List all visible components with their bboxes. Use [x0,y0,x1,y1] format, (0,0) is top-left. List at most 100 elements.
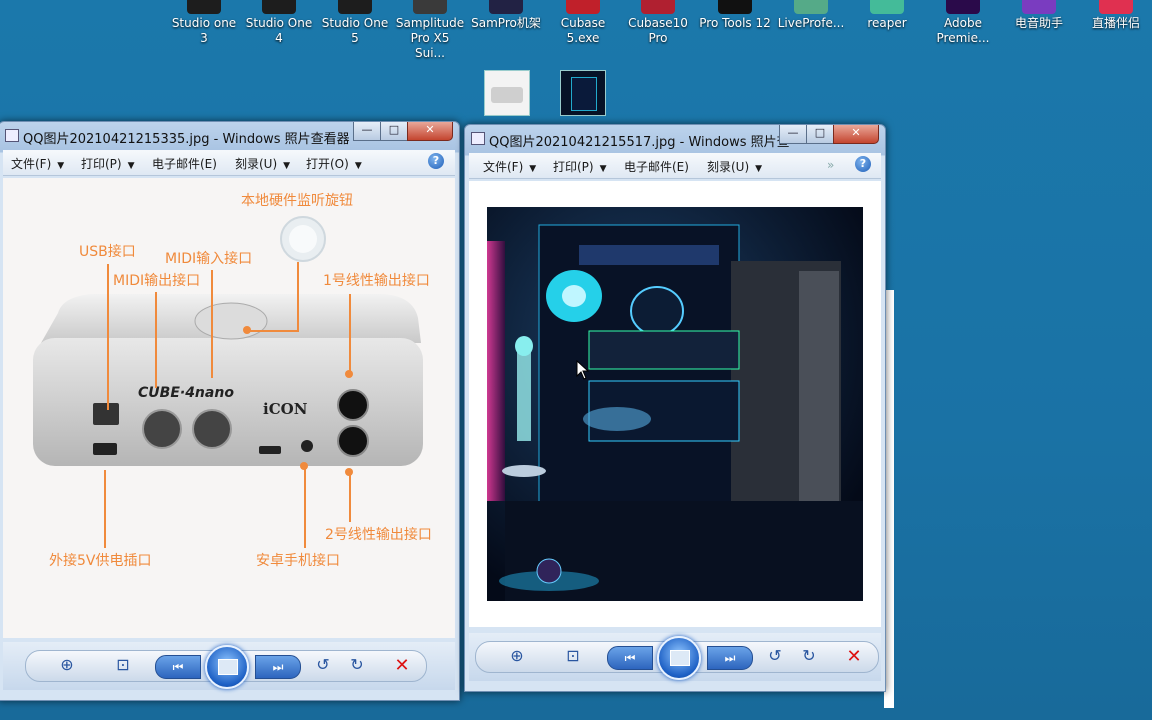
gaming-pc-photo [487,207,863,601]
dianyin-icon [1022,0,1056,14]
desktop-thumbnail-interface[interactable] [484,70,530,116]
delete-icon[interactable]: ✕ [843,646,865,667]
callout-midi-in: MIDI输入接口 [165,251,253,267]
leader-android [304,468,306,548]
reaper-icon [870,0,904,14]
menu-email[interactable]: 电子邮件(E) [624,158,689,175]
slideshow-button[interactable] [205,645,249,689]
delete-icon[interactable]: ✕ [391,655,413,676]
menu-print[interactable]: 打印(P) ▼ [81,155,135,172]
chevron-down-icon: ▼ [755,164,763,174]
title-bar[interactable]: QQ图片20210421215517.jpg - Windows 照片查... … [465,125,885,151]
pc-thumb-icon [571,77,597,111]
menu-print[interactable]: 打印(P) ▼ [553,158,607,175]
marker-android [300,462,308,470]
menu-file[interactable]: 文件(F) ▼ [11,155,64,172]
actual-size-icon[interactable]: ⊡ [561,645,585,667]
cubase-icon [641,0,675,14]
pro-tools-icon [718,0,752,14]
desktop-thumbnail-pc[interactable] [560,70,606,116]
leader-knob [297,262,299,332]
desktop-icon-studio-one-3[interactable]: Studio one 3 [168,0,240,46]
maximize-button[interactable]: □ [806,125,834,144]
callout-midi-out: MIDI输出接口 [113,273,201,289]
desktop-icon-liveprofessor[interactable]: LiveProfe... [775,0,847,31]
photo-viewer-icon [5,129,19,142]
zoom-icon[interactable]: ⊕ [55,654,79,676]
premiere-icon [946,0,980,14]
leader-usb [107,264,109,410]
desktop-icon-dianyin[interactable]: 电音助手 [1003,0,1075,31]
zoom-icon[interactable]: ⊕ [505,645,529,667]
samplitude-icon [413,0,447,14]
desktop-icon-studio-one-5[interactable]: Studio One 5 [319,0,391,46]
menu-bar: 文件(F) ▼ 打印(P) ▼ 电子邮件(E) 刻录(U) ▼ » ? [469,153,881,179]
logo-label: iCON [263,400,308,418]
rotate-left-icon[interactable]: ↺ [311,654,335,676]
rotate-right-icon[interactable]: ↻ [797,645,821,667]
desktop-icon-premiere[interactable]: Adobe Premie... [927,0,999,46]
help-icon[interactable]: ? [855,156,871,172]
desktop-icon-studio-one-4[interactable]: Studio One 4 [243,0,315,46]
actual-size-icon[interactable]: ⊡ [111,654,135,676]
title-bar[interactable]: QQ图片20210421215335.jpg - Windows 照片查看器 —… [0,122,459,148]
desktop-icon-cubase5[interactable]: Cubase 5.exe [547,0,619,46]
window-title: QQ图片20210421215335.jpg - Windows 照片查看器 [23,132,350,147]
menu-overflow-icon[interactable]: » [827,158,834,172]
desktop-icon-zhibo[interactable]: 直播伴侣 [1080,0,1152,31]
studio-one-icon [262,0,296,14]
marker-line-out-1 [345,370,353,378]
chevron-down-icon: ▼ [57,161,65,171]
minimize-button[interactable]: — [353,122,381,141]
chevron-down-icon: ▼ [127,161,135,171]
menu-file[interactable]: 文件(F) ▼ [483,158,536,175]
slideshow-icon [670,650,690,666]
desktop-icon-pro-tools[interactable]: Pro Tools 12 [699,0,771,31]
close-button[interactable]: ✕ [407,122,453,141]
desktop-icon-reaper[interactable]: reaper [851,0,923,31]
callout-line-out-2: 2号线性输出接口 [325,527,432,543]
photo-viewer-icon [471,132,485,145]
next-button[interactable]: ⏭ [707,646,753,670]
maximize-button[interactable]: □ [380,122,408,141]
window-title: QQ图片20210421215517.jpg - Windows 照片查... [489,135,789,150]
slideshow-icon [218,659,238,675]
menu-open[interactable]: 打开(O) ▼ [306,155,362,172]
photo-viewer-window-1[interactable]: QQ图片20210421215335.jpg - Windows 照片查看器 —… [0,121,460,701]
liveprofessor-icon [794,0,828,14]
leader-line-out-2 [349,474,351,522]
menu-email[interactable]: 电子邮件(E) [152,155,217,172]
minimize-button[interactable]: — [779,125,807,144]
callout-usb: USB接口 [79,244,136,260]
callout-line-out-1: 1号线性输出接口 [323,273,430,289]
desktop-icon-sampro-rack[interactable]: SamPro机架 [470,0,542,31]
sampro-icon [489,0,523,14]
callout-android: 安卓手机接口 [256,553,340,569]
previous-button[interactable]: ⏮ [607,646,653,670]
help-icon[interactable]: ? [428,153,444,169]
photo-viewer-window-2[interactable]: QQ图片20210421215517.jpg - Windows 照片查... … [464,124,886,692]
navigation-bar: ⊕ ⊡ ⏮ ⏭ ↺ ↻ ✕ [3,642,455,690]
audio-interface-thumb-icon [491,87,523,103]
leader-midi-in [211,270,213,378]
leader-line-out-1 [349,294,351,374]
desktop-icon-samplitude[interactable]: Samplitude Pro X5 Sui... [394,0,466,61]
menu-burn[interactable]: 刻录(U) ▼ [235,155,290,172]
mouse-cursor-icon [576,360,590,380]
menu-bar: 文件(F) ▼ 打印(P) ▼ 电子邮件(E) 刻录(U) ▼ 打开(O) ▼ ? [3,150,455,176]
rotate-left-icon[interactable]: ↺ [763,645,787,667]
zhibo-icon [1099,0,1133,14]
photo-display [469,181,881,627]
menu-burn[interactable]: 刻录(U) ▼ [707,158,762,175]
previous-button[interactable]: ⏮ [155,655,201,679]
rotate-right-icon[interactable]: ↻ [345,654,369,676]
desktop-icon-cubase10[interactable]: Cubase10 Pro [622,0,694,46]
marker-line-out-2 [345,468,353,476]
next-button[interactable]: ⏭ [255,655,301,679]
slideshow-button[interactable] [657,636,701,680]
callout-monitor-knob: 本地硬件监听旋钮 [241,193,353,209]
close-button[interactable]: ✕ [833,125,879,144]
brand-label: CUBE·4nano [138,385,234,401]
chevron-down-icon: ▼ [283,161,291,171]
photo-display: CUBE·4nano iCON 本地硬件监听旋钮 USB接口 MIDI输入接口 … [3,178,455,638]
